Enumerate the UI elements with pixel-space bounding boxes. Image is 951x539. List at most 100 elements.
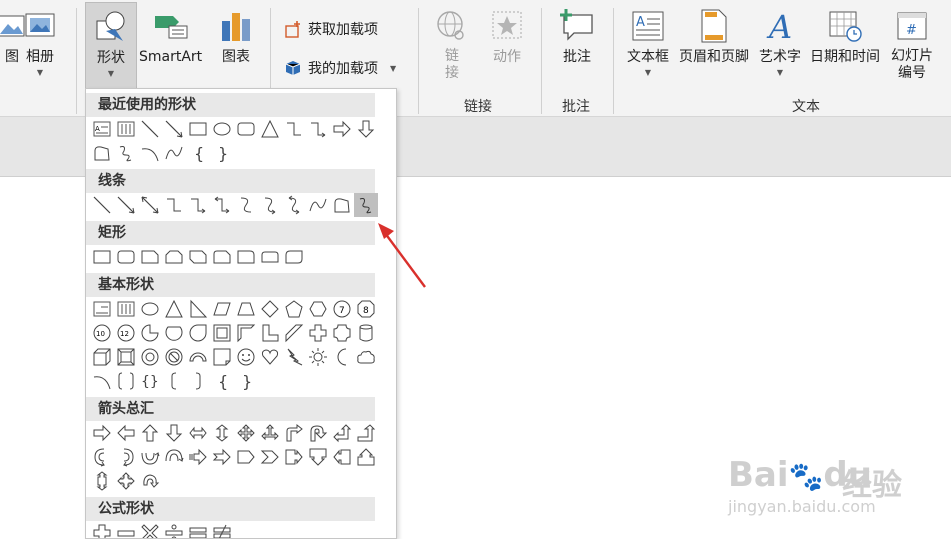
shape-curved-connector[interactable] [234,193,258,217]
shape-pentagon-arrow[interactable] [234,445,258,469]
get-addins-button[interactable]: 获取加载项 [284,19,378,39]
shape-right-arrow-callout[interactable] [282,445,306,469]
comment-button[interactable]: 批注 [557,6,597,66]
shape-hexagon[interactable] [306,297,330,321]
shape-notched-right-arrow[interactable] [210,445,234,469]
shape-bevel[interactable] [114,345,138,369]
shape-diagonal-stripe[interactable] [282,321,306,345]
shape-double-arrow-line[interactable] [138,193,162,217]
shape-round-diagonal-rectangle[interactable] [282,245,306,269]
shape-bent-arrow[interactable] [282,421,306,445]
shape-arrow-line[interactable] [162,117,186,141]
shape-left-arrow[interactable] [114,421,138,445]
shape-moon[interactable] [330,345,354,369]
shape-round-single-corner-rectangle[interactable] [234,245,258,269]
shape-double-bracket[interactable] [114,369,138,393]
action-button[interactable]: 动作 [487,6,527,66]
shape-decagon[interactable]: 10 [90,321,114,345]
shape-parallelogram[interactable] [210,297,234,321]
shape-curved-down-arrow[interactable] [162,445,186,469]
shape-curved-double-arrow-connector[interactable] [282,193,306,217]
shape-math-plus[interactable] [90,521,114,538]
shape-vertical-textbox[interactable] [114,117,138,141]
shape-teardrop[interactable] [186,321,210,345]
shape-heart[interactable] [258,345,282,369]
shape-oval[interactable] [138,297,162,321]
shape-sun[interactable] [306,345,330,369]
shape-freeform[interactable] [90,141,114,165]
shape-down-arrow[interactable] [354,117,378,141]
album-button[interactable]: 相册 ▼ [20,6,60,77]
shape-striped-right-arrow[interactable] [186,445,210,469]
shape-left-bracket[interactable] [162,369,186,393]
shape-arc[interactable] [90,369,114,393]
shape-curved-arrow-connector[interactable] [258,193,282,217]
shape-math-multiply[interactable] [138,521,162,538]
shape-rectangle[interactable] [90,245,114,269]
header-footer-button[interactable]: 页眉和页脚 [679,6,749,66]
shape-chevron[interactable] [258,445,282,469]
shape-math-divide[interactable] [162,521,186,538]
shape-double-brace[interactable]: {} [138,369,162,393]
shape-half-frame[interactable] [234,321,258,345]
smartart-button[interactable]: SmartArt [139,6,202,66]
my-addins-button[interactable]: 我的加载项 ▼ [284,58,396,78]
shape-smiley-face[interactable] [234,345,258,369]
shape-right-brace[interactable]: } [234,369,258,393]
shape-elbow-arrow[interactable] [306,117,330,141]
shape-u-turn-arrow[interactable] [306,421,330,445]
shape-can[interactable] [354,321,378,345]
shape-up-arrow[interactable] [138,421,162,445]
shape-left-right-up-arrow[interactable] [258,421,282,445]
shape-elbow-arrow[interactable] [186,193,210,217]
shape-triangle[interactable] [258,117,282,141]
shape-cross[interactable] [306,321,330,345]
shape-pentagon[interactable] [282,297,306,321]
shape-freeform[interactable] [330,193,354,217]
shape-oval[interactable] [210,117,234,141]
shape-snip-same-side-rectangle[interactable] [162,245,186,269]
shape-math-minus[interactable] [114,521,138,538]
shape-curve[interactable] [306,193,330,217]
shape-down-arrow[interactable] [162,421,186,445]
shape-left-brace[interactable]: { [186,141,210,165]
shape-right-arrow[interactable] [330,117,354,141]
shape-curved-right-arrow[interactable] [90,445,114,469]
shape-l-shape[interactable] [258,321,282,345]
shape-curved-up-arrow[interactable] [138,445,162,469]
shape-left-brace[interactable]: { [210,369,234,393]
shape-heptagon[interactable]: 7 [330,297,354,321]
shapes-button[interactable]: 形状 ▼ [85,2,137,90]
shape-rounded-rectangle[interactable] [114,245,138,269]
shape-up-arrow-callout[interactable] [354,445,378,469]
shape-left-arrow-callout[interactable] [330,445,354,469]
shape-scribble-selected[interactable] [354,193,378,217]
shape-block-arc[interactable] [186,345,210,369]
shape-vertical-textbox[interactable] [114,297,138,321]
shape-textbox[interactable]: A [90,117,114,141]
shape-snip-round-rectangle[interactable] [210,245,234,269]
shape-dodecagon[interactable]: 12 [114,321,138,345]
datetime-button[interactable]: 日期和时间 [810,6,880,66]
textbox-button[interactable]: A 文本框 ▼ [627,6,669,77]
shape-up-down-arrow[interactable] [210,421,234,445]
shape-snip-corner-rectangle[interactable] [138,245,162,269]
shape-right-brace[interactable]: } [210,141,234,165]
shape-octagon[interactable]: 8 [354,297,378,321]
shape-cloud[interactable] [354,345,378,369]
shape-math-equal[interactable] [186,521,210,538]
shape-lightning-bolt[interactable] [282,345,306,369]
shape-left-right-arrow[interactable] [186,421,210,445]
shape-line[interactable] [90,193,114,217]
shape-bent-up-arrow[interactable] [354,421,378,445]
shape-quad-arrow-callout[interactable] [114,469,138,493]
shape-math-not-equal[interactable] [210,521,234,538]
shape-chord[interactable] [162,321,186,345]
shape-no-symbol[interactable] [162,345,186,369]
shape-curve[interactable] [162,141,186,165]
shape-line[interactable] [138,117,162,141]
shape-curved-left-arrow[interactable] [114,445,138,469]
shape-donut[interactable] [138,345,162,369]
shape-cube[interactable] [90,345,114,369]
shape-down-arrow-callout[interactable] [306,445,330,469]
